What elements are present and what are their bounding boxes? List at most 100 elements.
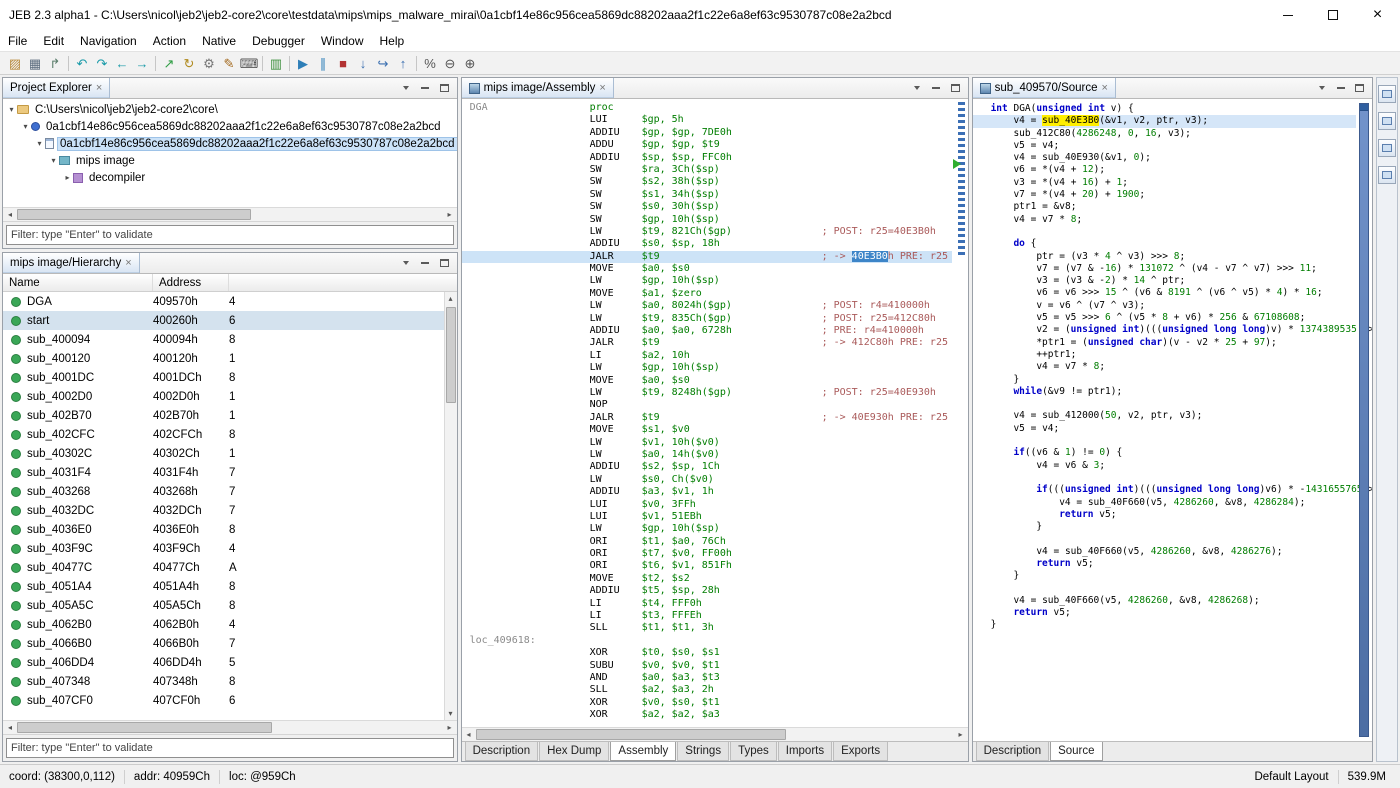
asm-line[interactable]: SW$s2, 38h($sp): [462, 176, 952, 188]
table-row[interactable]: sub_400120400120h1: [3, 349, 457, 368]
source-line[interactable]: v5 = v4;: [973, 140, 1356, 152]
source-line[interactable]: }: [973, 521, 1356, 533]
view-menu-icon[interactable]: [911, 82, 924, 95]
close-tab-icon[interactable]: ×: [125, 257, 131, 269]
asm-line[interactable]: ORI$t1, $a0, 76Ch: [462, 536, 952, 548]
minimized-view-icon-2[interactable]: [1378, 112, 1396, 130]
assembly-tab-hex-dump[interactable]: Hex Dump: [539, 742, 609, 761]
column-header-name[interactable]: Name: [3, 274, 153, 291]
source-line[interactable]: ++ptr1;: [973, 349, 1356, 361]
table-row[interactable]: sub_407CF0407CF0h6: [3, 691, 457, 710]
source-line[interactable]: v6 = *(v4 + 12);: [973, 164, 1356, 176]
table-row[interactable]: sub_407348407348h8: [3, 672, 457, 691]
horizontal-scrollbar[interactable]: ◂ ▸: [462, 727, 968, 741]
annotation-ruler[interactable]: [957, 102, 966, 727]
table-row[interactable]: sub_400094400094h8: [3, 330, 457, 349]
view-menu-icon[interactable]: [400, 82, 413, 95]
asm-line[interactable]: SLL$a2, $a3, 2h: [462, 684, 952, 696]
scrollbar-thumb[interactable]: [17, 209, 251, 220]
source-line[interactable]: }: [973, 619, 1356, 631]
asm-line[interactable]: XOR$v0, $s0, $t1: [462, 697, 952, 709]
overview-ruler[interactable]: [1359, 103, 1369, 737]
asm-line[interactable]: MOVE$t2, $s2: [462, 573, 952, 585]
scroll-right-icon[interactable]: ▸: [955, 728, 967, 741]
column-header-address[interactable]: Address: [153, 274, 229, 291]
table-row[interactable]: sub_402CFC402CFCh8: [3, 425, 457, 444]
asm-line[interactable]: LW$t9, 835Ch($gp); POST: r25=412C80h: [462, 313, 952, 325]
asm-line[interactable]: SW$s0, 30h($sp): [462, 201, 952, 213]
menu-file[interactable]: File: [0, 34, 35, 48]
percent-icon[interactable]: %: [420, 54, 440, 73]
asm-line[interactable]: JALR$t9; -> 40E3B0h PRE: r25: [462, 251, 952, 263]
assembly-tab-types[interactable]: Types: [730, 742, 777, 761]
minimize-view-icon[interactable]: [419, 257, 432, 270]
source-line[interactable]: [973, 583, 1356, 595]
asm-line[interactable]: ADDIU$sp, $sp, FFC0h: [462, 152, 952, 164]
chevron-down-icon[interactable]: ▾: [6, 105, 17, 114]
asm-line[interactable]: MOVE$s1, $v0: [462, 424, 952, 436]
asm-line[interactable]: ADDIU$a3, $v1, 1h: [462, 486, 952, 498]
minimized-view-icon-3[interactable]: [1378, 139, 1396, 157]
scrollbar-thumb[interactable]: [17, 722, 272, 733]
asm-line[interactable]: LUI$v0, 3FFh: [462, 499, 952, 511]
minimize-view-icon[interactable]: [419, 82, 432, 95]
scroll-up-icon[interactable]: ▴: [445, 292, 457, 305]
menu-edit[interactable]: Edit: [35, 34, 72, 48]
keyboard-icon[interactable]: ⌨: [239, 54, 259, 73]
source-line[interactable]: [973, 226, 1356, 238]
menu-navigation[interactable]: Navigation: [72, 34, 145, 48]
forward-icon[interactable]: →: [132, 54, 152, 73]
menu-native[interactable]: Native: [194, 34, 244, 48]
table-row[interactable]: sub_4001DC4001DCh8: [3, 368, 457, 387]
maximize-view-icon[interactable]: [1353, 82, 1366, 95]
minimized-view-icon-1[interactable]: [1378, 85, 1396, 103]
chevron-right-icon[interactable]: ▸: [62, 173, 73, 182]
asm-line[interactable]: ADDU$gp, $gp, $t9: [462, 139, 952, 151]
undo-icon[interactable]: ↶: [72, 54, 92, 73]
run-icon[interactable]: ▶: [293, 54, 313, 73]
asm-line[interactable]: ADDIU$s0, $sp, 18h: [462, 238, 952, 250]
tab-source-view[interactable]: sub_409570/Source ×: [973, 78, 1116, 98]
asm-line[interactable]: LUI$v1, 51EBh: [462, 511, 952, 523]
scroll-left-icon[interactable]: ◂: [463, 728, 475, 741]
hierarchy-filter-input[interactable]: [6, 738, 454, 758]
assembly-tab-assembly[interactable]: Assembly: [610, 742, 676, 761]
source-line[interactable]: v2 = (unsigned int)(((unsigned long long…: [973, 324, 1356, 336]
stop-icon[interactable]: ■: [333, 54, 353, 73]
asm-line[interactable]: LW$t9, 8248h($gp); POST: r25=40E930h: [462, 387, 952, 399]
save-icon[interactable]: ▦: [25, 54, 45, 73]
asm-line[interactable]: NOP: [462, 399, 952, 411]
source-line[interactable]: if(((unsigned int)(((unsigned long long)…: [973, 484, 1356, 496]
table-row[interactable]: sub_4051A44051A4h8: [3, 577, 457, 596]
goto-icon[interactable]: ↗: [159, 54, 179, 73]
source-line[interactable]: [973, 472, 1356, 484]
maximize-view-icon[interactable]: [438, 82, 451, 95]
source-line[interactable]: v4 = sub_40F660(v5, 4286260, &v8, 428628…: [973, 497, 1356, 509]
table-row[interactable]: sub_405A5C405A5Ch8: [3, 596, 457, 615]
source-line[interactable]: v6 = v6 >>> 15 ^ (v6 & 8191 ^ (v6 ^ v5) …: [973, 287, 1356, 299]
scroll-left-icon[interactable]: ◂: [4, 721, 16, 734]
asm-line[interactable]: SW$s1, 34h($sp): [462, 189, 952, 201]
source-line[interactable]: return v5;: [973, 607, 1356, 619]
maximize-view-icon[interactable]: [949, 82, 962, 95]
tree-item[interactable]: ▸decompiler: [3, 169, 457, 186]
source-line[interactable]: do {: [973, 238, 1356, 250]
table-row[interactable]: sub_4066B04066B0h7: [3, 634, 457, 653]
asm-line[interactable]: LW$gp, 10h($sp): [462, 523, 952, 535]
source-line[interactable]: v5 = v4;: [973, 423, 1356, 435]
asm-line[interactable]: ORI$t6, $v1, 851Fh: [462, 560, 952, 572]
asm-line[interactable]: JALR$t9; -> 40E930h PRE: r25: [462, 412, 952, 424]
tree-item[interactable]: ▾mips image: [3, 152, 457, 169]
maximize-view-icon[interactable]: [438, 257, 451, 270]
memory-icon[interactable]: ▥: [266, 54, 286, 73]
asm-line[interactable]: LUI$gp, 5h: [462, 114, 952, 126]
source-line[interactable]: }: [973, 570, 1356, 582]
table-row[interactable]: sub_4062B04062B0h4: [3, 615, 457, 634]
vertical-scrollbar[interactable]: ▴ ▾: [444, 292, 457, 720]
source-line[interactable]: v5 = v5 >>> 6 ^ (v5 * 8 + v6) * 256 & 67…: [973, 312, 1356, 324]
menu-debugger[interactable]: Debugger: [244, 34, 313, 48]
source-line[interactable]: ptr1 = &v8;: [973, 201, 1356, 213]
refresh-icon[interactable]: ↻: [179, 54, 199, 73]
asm-line[interactable]: ADDIU$s2, $sp, 1Ch: [462, 461, 952, 473]
source-line[interactable]: }: [973, 374, 1356, 386]
